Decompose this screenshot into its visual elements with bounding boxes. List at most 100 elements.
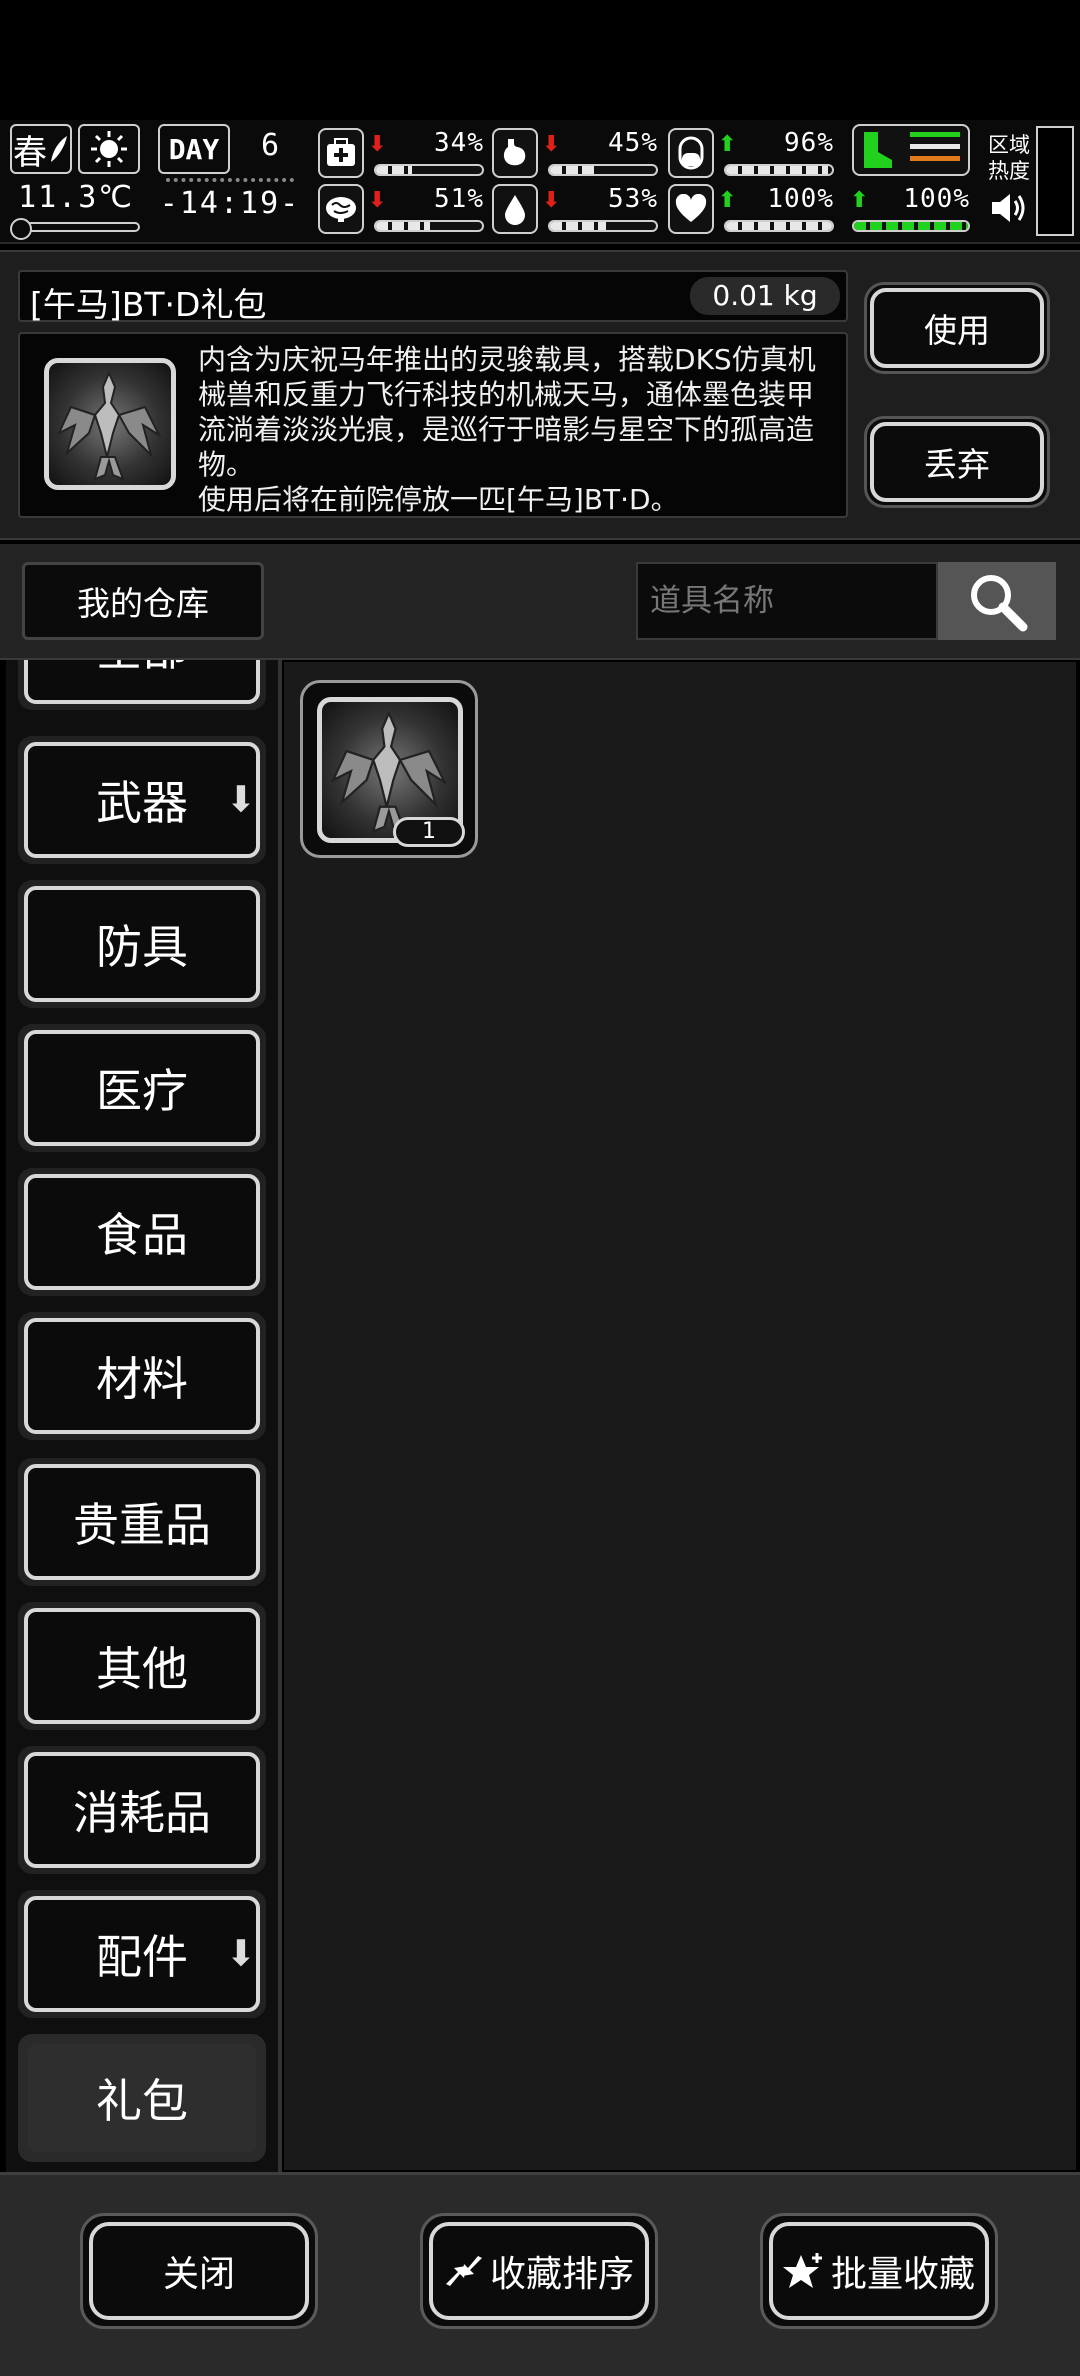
trend-up-icon: ⬆ bbox=[718, 188, 737, 213]
stat-hunger[interactable]: ⬇ 45% bbox=[492, 128, 660, 180]
category-label: 配件 bbox=[96, 1930, 188, 1984]
item-title: [午马]BT·D礼包 bbox=[30, 285, 267, 324]
category-accessories[interactable]: 配件 ⬇ bbox=[18, 1890, 266, 2018]
favorite-sort-label: 收藏排序 bbox=[489, 2254, 634, 2295]
stat-value: 51% bbox=[434, 184, 484, 214]
speaker-icon[interactable] bbox=[988, 190, 1028, 226]
category-materials[interactable]: 材料 bbox=[18, 1312, 266, 1440]
stat-bar bbox=[724, 164, 834, 176]
region-heat-text: 区域 热度 bbox=[988, 133, 1030, 183]
item-detail-panel: [午马]BT·D礼包 0.01 kg 内含为庆祝马年推出的灵骏载具，搭载DKS仿… bbox=[0, 250, 1080, 540]
temperature-readout: 11.3℃ bbox=[10, 180, 140, 240]
status-bar: 春 11.3℃ DAY 6 -14:19- ⬇ 34% ⬇ 45% ⬆ 96% bbox=[0, 120, 1080, 244]
category-label: 材料 bbox=[96, 1352, 188, 1406]
close-button-label: 关闭 bbox=[162, 2254, 235, 2295]
category-label: 食品 bbox=[96, 1208, 188, 1262]
search-input[interactable] bbox=[636, 562, 938, 640]
stat-value: 34% bbox=[434, 128, 484, 158]
category-label: 武器 bbox=[96, 776, 188, 830]
stat-thirst[interactable]: ⬇ 53% bbox=[492, 184, 660, 236]
brain-icon bbox=[318, 184, 364, 234]
category-label: 礼包 bbox=[96, 2074, 188, 2128]
stat-bar bbox=[852, 220, 970, 232]
discard-button[interactable]: 丢弃 bbox=[864, 416, 1050, 508]
category-label: 贵重品 bbox=[73, 1498, 211, 1552]
search-button[interactable] bbox=[938, 562, 1056, 640]
category-weapons[interactable]: 武器 ⬇ bbox=[18, 736, 266, 864]
region-heat-label: 区域 热度 bbox=[984, 132, 1034, 184]
batch-favorite-label: 批量收藏 bbox=[830, 2254, 975, 2295]
category-gift-packs[interactable]: 礼包 bbox=[18, 2034, 266, 2162]
region-heat-meter bbox=[1036, 126, 1074, 236]
game-time: -14:19- bbox=[158, 178, 302, 232]
trend-up-icon: ⬆ bbox=[850, 188, 869, 213]
bottom-action-bar: 关闭 收藏排序 批量收藏 bbox=[0, 2172, 1080, 2376]
category-armor[interactable]: 防具 bbox=[18, 880, 266, 1008]
category-label: 其他 bbox=[96, 1642, 188, 1696]
search-icon bbox=[971, 575, 1028, 632]
trend-down-icon: ⬇ bbox=[368, 132, 387, 157]
water-drop-icon bbox=[492, 184, 538, 234]
stat-value: 53% bbox=[608, 184, 658, 214]
stat-bar bbox=[548, 164, 658, 176]
stat-stamina[interactable]: ⬆ 96% bbox=[668, 128, 836, 180]
season-indicator: 春 bbox=[10, 124, 72, 174]
discard-button-label: 丢弃 bbox=[870, 422, 1044, 502]
stomach-icon bbox=[492, 128, 538, 178]
category-label: 防具 bbox=[96, 920, 188, 974]
stat-value: 45% bbox=[608, 128, 658, 158]
first-aid-icon bbox=[318, 128, 364, 178]
item-thumbnail bbox=[44, 358, 176, 490]
capsule-icon bbox=[668, 128, 714, 178]
favorite-sort-button[interactable]: 收藏排序 bbox=[420, 2213, 658, 2329]
star-plus-icon bbox=[782, 2253, 822, 2288]
category-label: 医疗 bbox=[96, 1064, 188, 1118]
item-grid: 1 bbox=[284, 662, 1076, 2170]
category-other[interactable]: 其他 bbox=[18, 1602, 266, 1730]
boot-icon bbox=[864, 132, 960, 168]
category-food[interactable]: 食品 bbox=[18, 1168, 266, 1296]
category-valuables[interactable]: 贵重品 bbox=[18, 1458, 266, 1586]
category-consumables[interactable]: 消耗品 bbox=[18, 1746, 266, 1874]
temperature-value: 11.3℃ bbox=[18, 180, 134, 215]
use-button[interactable]: 使用 bbox=[864, 282, 1050, 374]
stat-bar bbox=[374, 220, 484, 232]
arrow-down-icon: ⬇ bbox=[225, 1933, 256, 1975]
stat-mood[interactable]: ⬆ 100% bbox=[668, 184, 836, 236]
arrow-down-icon: ⬇ bbox=[225, 779, 256, 821]
stat-bar bbox=[374, 164, 484, 176]
item-slot[interactable]: 1 bbox=[300, 680, 478, 858]
stat-value: 100% bbox=[767, 184, 834, 214]
close-button[interactable]: 关闭 bbox=[80, 2213, 318, 2329]
stat-bar bbox=[724, 220, 834, 232]
stat-mental[interactable]: ⬇ 51% bbox=[318, 184, 486, 236]
stat-health[interactable]: ⬇ 34% bbox=[318, 128, 486, 180]
stat-value: 100% bbox=[903, 184, 970, 214]
stat-endurance[interactable]: ⬆ 100% bbox=[846, 184, 972, 236]
category-medical[interactable]: 医疗 bbox=[18, 1024, 266, 1152]
category-sidebar[interactable]: 全部 武器 ⬇ 防具 医疗 食品 材料 贵重品 其他 消耗品 配件 ⬇ 礼包 bbox=[6, 660, 282, 2172]
trend-down-icon: ⬇ bbox=[368, 188, 387, 213]
item-count-badge: 1 bbox=[393, 817, 465, 847]
endurance-indicator[interactable] bbox=[852, 124, 970, 176]
warehouse-header: 我的仓库 bbox=[0, 544, 1080, 660]
item-title-bar: [午马]BT·D礼包 0.01 kg bbox=[18, 270, 848, 324]
thermometer-icon bbox=[10, 218, 140, 240]
category-label: 消耗品 bbox=[73, 1786, 211, 1840]
use-button-label: 使用 bbox=[870, 288, 1044, 368]
day-number: 6 bbox=[260, 128, 280, 163]
trend-down-icon: ⬇ bbox=[542, 132, 561, 157]
sort-arrows-icon bbox=[445, 2256, 482, 2286]
batch-favorite-button[interactable]: 批量收藏 bbox=[760, 2213, 998, 2329]
item-description-box: 内含为庆祝马年推出的灵骏载具，搭载DKS仿真机械兽和反重力飞行科技的机械天马，通… bbox=[18, 332, 848, 518]
heart-icon bbox=[668, 184, 714, 234]
category-all[interactable]: 全部 bbox=[18, 660, 266, 710]
warehouse-title: 我的仓库 bbox=[22, 562, 264, 640]
stat-bar bbox=[548, 220, 658, 232]
item-description: 内含为庆祝马年推出的灵骏载具，搭载DKS仿真机械兽和反重力飞行科技的机械天马，通… bbox=[198, 343, 816, 516]
stat-value: 96% bbox=[784, 128, 834, 158]
category-label: 全部 bbox=[96, 660, 188, 679]
leaf-icon bbox=[51, 136, 67, 162]
weather-sun-icon bbox=[78, 124, 140, 174]
item-weight: 0.01 kg bbox=[690, 277, 840, 315]
